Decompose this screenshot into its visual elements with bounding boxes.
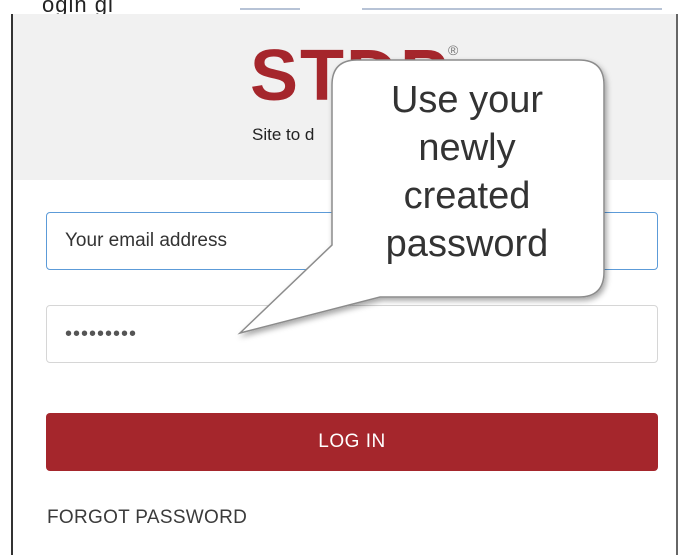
screenshot-frame: ogin gi STDP ® Site to d LOG IN FORGOT P…	[0, 0, 680, 555]
forgot-password-link[interactable]: FORGOT PASSWORD	[47, 507, 247, 529]
top-strip-line-left	[240, 8, 300, 10]
login-button[interactable]: LOG IN	[46, 413, 658, 471]
email-field[interactable]	[46, 212, 658, 270]
clipped-heading-text: ogin gi	[42, 0, 114, 14]
clipped-top-strip: ogin gi	[0, 0, 680, 14]
top-strip-line-right	[362, 8, 662, 10]
window-right-border	[676, 14, 678, 555]
registered-trademark-icon: ®	[448, 42, 459, 58]
password-field[interactable]	[46, 305, 658, 363]
brand-tagline: Site to d	[252, 125, 315, 144]
brand-logo: STDP	[250, 36, 451, 116]
